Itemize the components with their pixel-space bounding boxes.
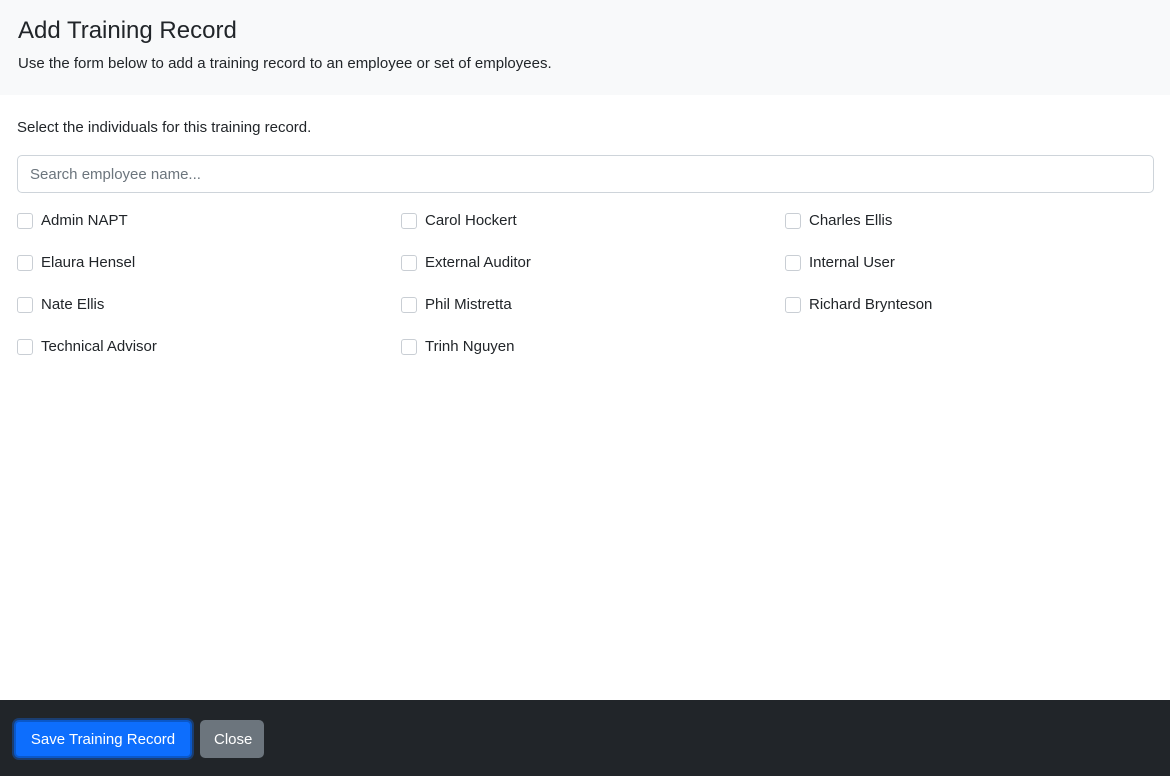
employee-name: Charles Ellis [809, 212, 893, 229]
employee-name: Internal User [809, 254, 895, 271]
employee-checkbox[interactable] [17, 213, 33, 229]
employee-option[interactable]: Elaura Hensel [17, 248, 401, 290]
employee-checkbox[interactable] [785, 213, 801, 229]
employee-option[interactable]: External Auditor [401, 248, 785, 290]
employee-checkbox[interactable] [401, 213, 417, 229]
employee-checkbox[interactable] [17, 297, 33, 313]
employee-option[interactable]: Charles Ellis [785, 206, 1154, 248]
employee-name: External Auditor [425, 254, 531, 271]
employee-name: Richard Brynteson [809, 296, 933, 313]
employee-checkbox[interactable] [401, 339, 417, 355]
employee-checkbox[interactable] [17, 255, 33, 271]
employee-name: Trinh Nguyen [425, 338, 515, 355]
page-subtitle: Use the form below to add a training rec… [18, 55, 552, 72]
employee-option[interactable]: Technical Advisor [17, 332, 401, 374]
close-button[interactable]: Close [200, 720, 264, 758]
employee-name: Admin NAPT [41, 212, 128, 229]
employee-checkbox[interactable] [17, 339, 33, 355]
employee-name: Elaura Hensel [41, 254, 136, 271]
employee-option[interactable]: Phil Mistretta [401, 290, 785, 332]
employee-checkbox[interactable] [401, 297, 417, 313]
employee-name: Carol Hockert [425, 212, 517, 229]
employee-name: Nate Ellis [41, 296, 105, 313]
selection-instructions: Select the individuals for this training… [17, 119, 312, 136]
employee-search-input[interactable] [17, 155, 1154, 193]
employee-option[interactable]: Internal User [785, 248, 1154, 290]
employee-option[interactable]: Admin NAPT [17, 206, 401, 248]
employee-option[interactable]: Trinh Nguyen [401, 332, 785, 374]
employee-checkbox-list: Admin NAPT Carol Hockert Charles Ellis E… [17, 206, 1154, 374]
page-title: Add Training Record [18, 17, 237, 44]
employee-checkbox[interactable] [401, 255, 417, 271]
form-body: Select the individuals for this training… [17, 95, 1154, 374]
employee-checkbox[interactable] [785, 297, 801, 313]
add-training-record-page: Add Training Record Use the form below t… [0, 0, 1170, 776]
employee-checkbox[interactable] [785, 255, 801, 271]
employee-option[interactable]: Nate Ellis [17, 290, 401, 332]
employee-option[interactable]: Richard Brynteson [785, 290, 1154, 332]
save-training-record-button[interactable]: Save Training Record [14, 720, 192, 758]
employee-option[interactable]: Carol Hockert [401, 206, 785, 248]
page-header: Add Training Record Use the form below t… [0, 0, 1170, 95]
modal-footer: Save Training Record Close [0, 700, 1170, 776]
employee-name: Phil Mistretta [425, 296, 512, 313]
employee-name: Technical Advisor [41, 338, 157, 355]
